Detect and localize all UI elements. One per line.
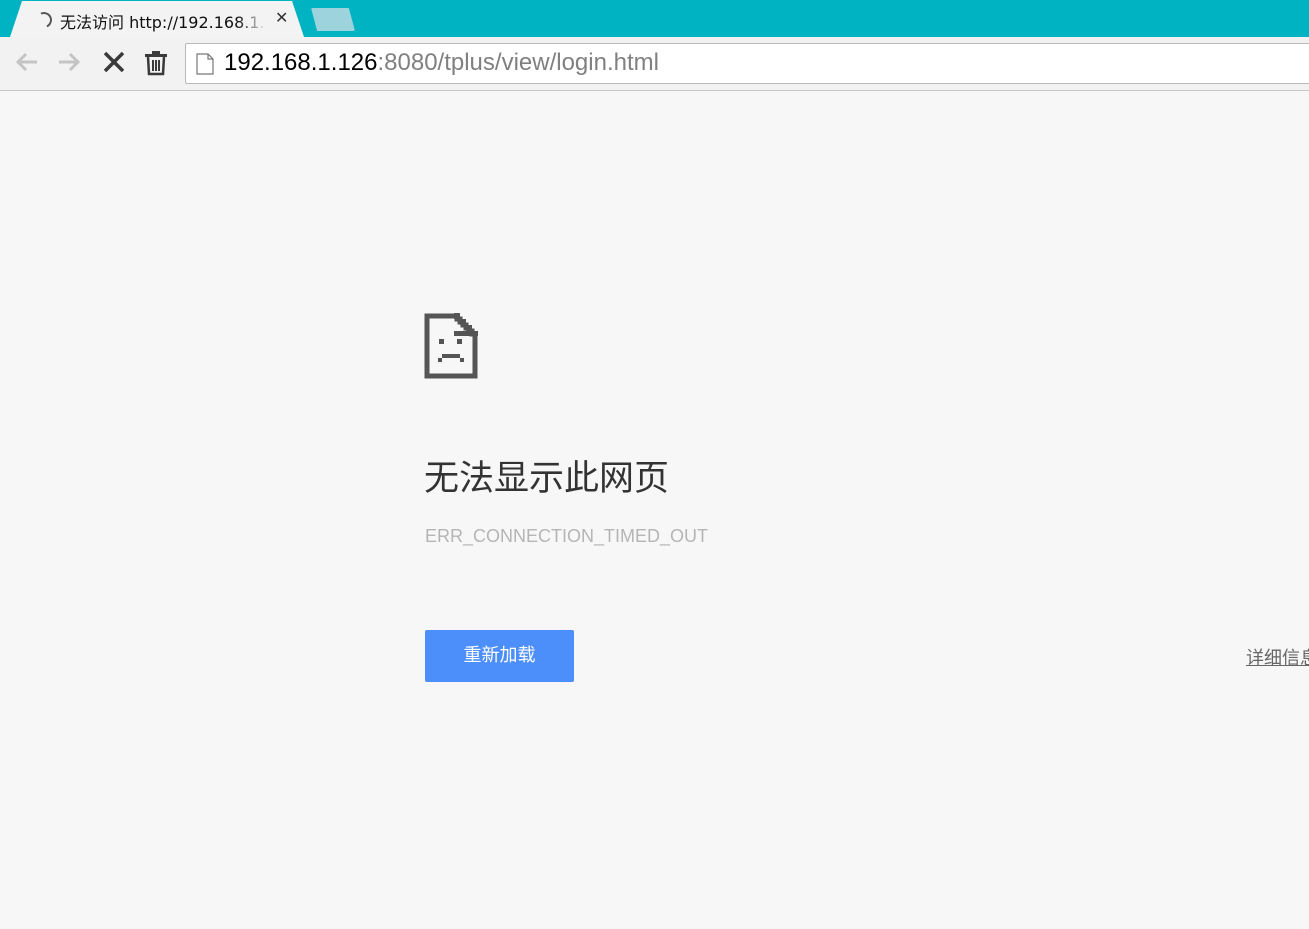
trash-icon bbox=[145, 51, 167, 76]
close-icon bbox=[103, 51, 125, 73]
loading-spinner-icon bbox=[34, 10, 55, 31]
stop-button[interactable] bbox=[99, 47, 129, 77]
browser-toolbar: 192.168.1.126:8080/tplus/view/login.html bbox=[0, 37, 1309, 91]
arrow-right-icon bbox=[59, 52, 81, 72]
tab-strip: 无法访问 http://192.168.1.126:8080/tplus/vie… bbox=[0, 0, 1309, 37]
clear-data-button[interactable] bbox=[141, 47, 171, 77]
tab-close-icon[interactable]: ✕ bbox=[275, 9, 288, 27]
url-text[interactable]: 192.168.1.126:8080/tplus/view/login.html bbox=[224, 49, 659, 77]
page-icon bbox=[196, 53, 214, 75]
error-title: 无法显示此网页 bbox=[424, 459, 670, 499]
reload-button[interactable]: 重新加载 bbox=[425, 630, 574, 682]
sad-page-icon bbox=[424, 313, 478, 379]
forward-button[interactable] bbox=[54, 47, 84, 77]
url-host: 192.168.1.126 bbox=[224, 49, 378, 76]
tab-title: 无法访问 http://192.168.1.126:8080/tplus/vie… bbox=[60, 13, 265, 32]
url-path: :8080/tplus/view/login.html bbox=[377, 49, 659, 76]
address-bar[interactable]: 192.168.1.126:8080/tplus/view/login.html bbox=[185, 43, 1309, 84]
arrow-left-icon bbox=[15, 52, 37, 72]
error-code: ERR_CONNECTION_TIMED_OUT bbox=[425, 526, 709, 546]
active-tab[interactable]: 无法访问 http://192.168.1.126:8080/tplus/vie… bbox=[10, 1, 304, 37]
details-link[interactable]: 详细信息 bbox=[1246, 644, 1309, 670]
new-tab-button[interactable] bbox=[311, 8, 355, 31]
back-button[interactable] bbox=[12, 47, 42, 77]
